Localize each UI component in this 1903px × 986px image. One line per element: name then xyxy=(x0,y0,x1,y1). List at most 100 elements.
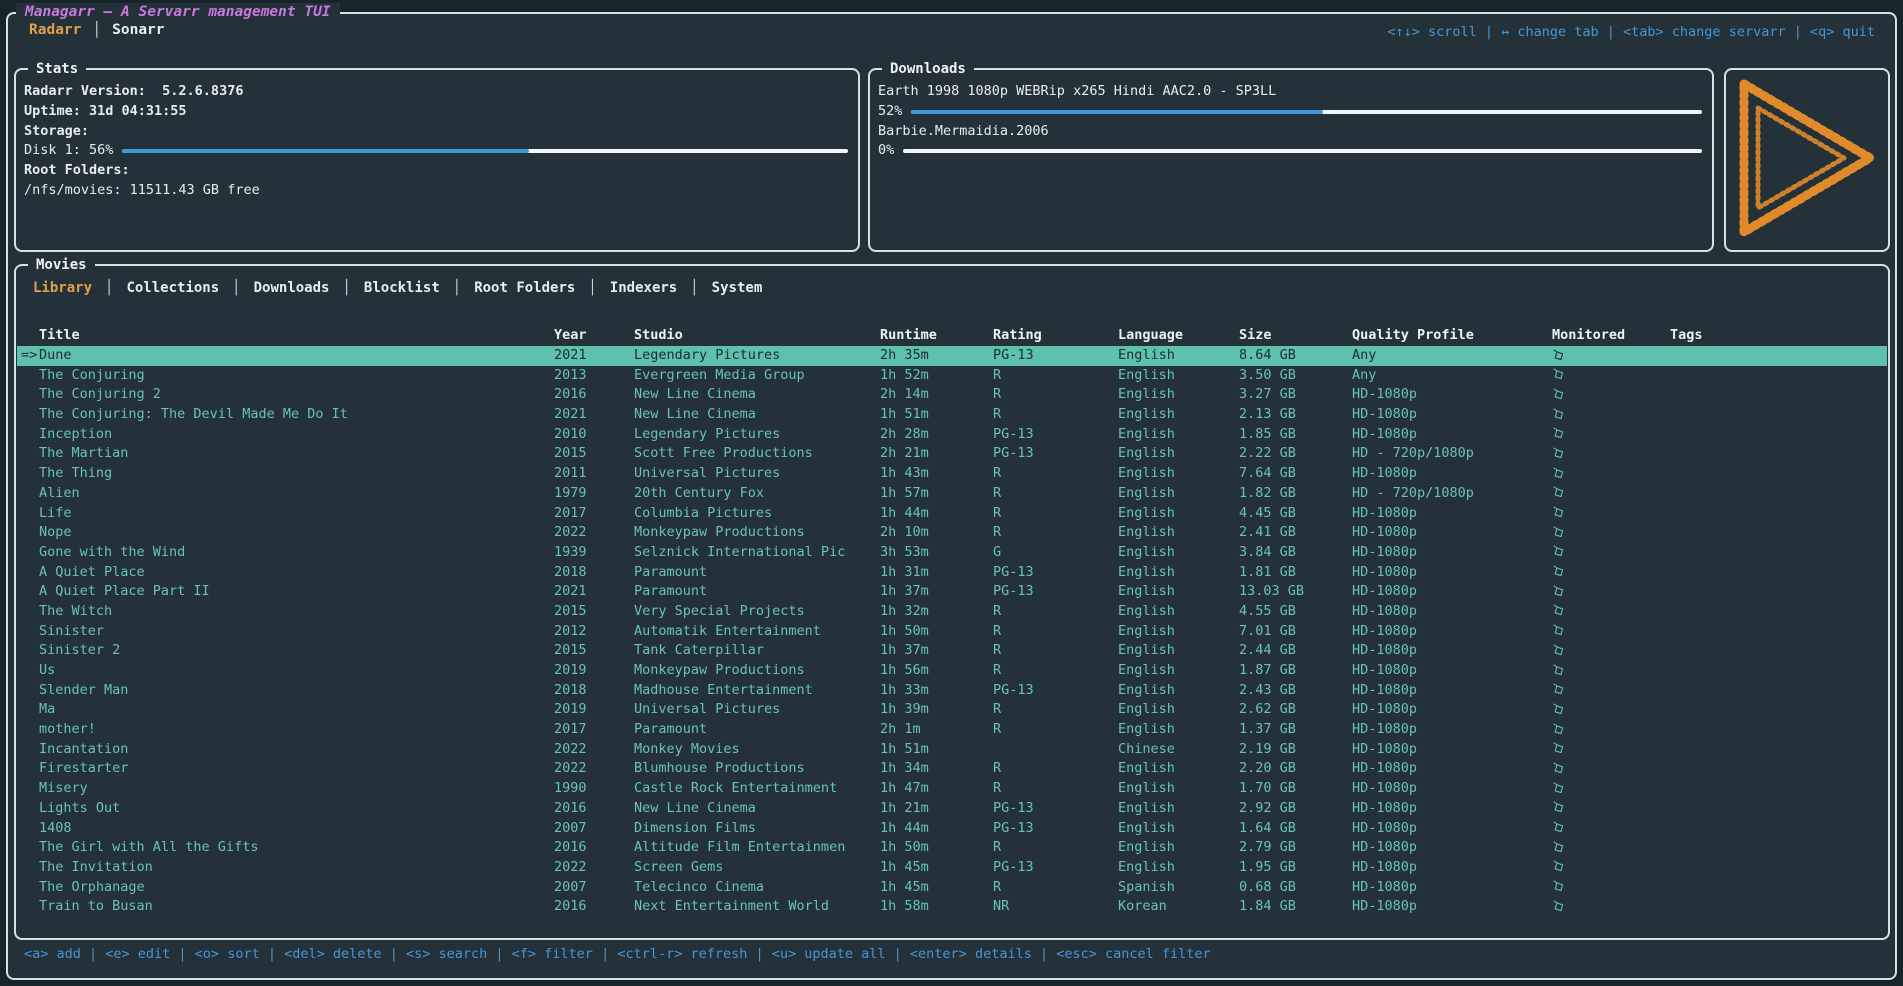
table-row[interactable]: Misery1990Castle Rock Entertainment1h 47… xyxy=(17,779,1887,799)
download-progress-row: 0% xyxy=(878,141,1702,161)
table-row[interactable]: Nope2022Monkeypaw Productions2h 10mREngl… xyxy=(17,523,1887,543)
tag-icon xyxy=(1552,466,1565,481)
cell-monitored xyxy=(1552,385,1670,405)
cell-title: Us xyxy=(39,661,554,681)
cell-studio: Paramount xyxy=(634,720,880,740)
table-row[interactable]: Life2017Columbia Pictures1h 44mREnglish4… xyxy=(17,504,1887,524)
cell-monitored xyxy=(1552,543,1670,563)
cell-size: 1.37 GB xyxy=(1239,720,1352,740)
table-row[interactable]: 14082007Dimension Films1h 44mPG-13Englis… xyxy=(17,819,1887,839)
table-row[interactable]: The Martian2015Scott Free Productions2h … xyxy=(17,444,1887,464)
root-folder-value: /nfs/movies: 11511.43 GB free xyxy=(24,181,848,201)
cell-rating: R xyxy=(993,661,1118,681)
cell-language: Chinese xyxy=(1118,740,1239,760)
cell-language: English xyxy=(1118,799,1239,819)
cell-runtime: 2h 35m xyxy=(880,346,993,366)
table-row[interactable]: The Girl with All the Gifts2016Altitude … xyxy=(17,838,1887,858)
table-row[interactable]: Lights Out2016New Line Cinema1h 21mPG-13… xyxy=(17,799,1887,819)
table-row[interactable]: Inception2010Legendary Pictures2h 28mPG-… xyxy=(17,425,1887,445)
movies-tab-root-folders[interactable]: Root Folders xyxy=(461,280,588,296)
cell-rating: R xyxy=(993,366,1118,386)
table-row[interactable]: Gone with the Wind1939Selznick Internati… xyxy=(17,543,1887,563)
table-row[interactable]: The Thing2011Universal Pictures1h 43mREn… xyxy=(17,464,1887,484)
cell-year: 2018 xyxy=(554,681,634,701)
table-row[interactable]: Ma2019Universal Pictures1h 39mREnglish2.… xyxy=(17,700,1887,720)
table-row[interactable]: Firestarter2022Blumhouse Productions1h 3… xyxy=(17,759,1887,779)
cell-runtime: 1h 37m xyxy=(880,641,993,661)
cell-year: 2021 xyxy=(554,405,634,425)
table-row[interactable]: Sinister 22015Tank Caterpillar1h 37mREng… xyxy=(17,641,1887,661)
cell-studio: Evergreen Media Group xyxy=(634,366,880,386)
cell-year: 2007 xyxy=(554,878,634,898)
cell-quality: HD - 720p/1080p xyxy=(1352,444,1552,464)
movies-tab-collections[interactable]: Collections xyxy=(113,280,232,296)
uptime: Uptime: 31d 04:31:55 xyxy=(24,102,848,122)
download-progress-row: 52% xyxy=(878,102,1702,122)
movies-panel-title: Movies xyxy=(28,256,95,274)
cell-runtime: 1h 52m xyxy=(880,366,993,386)
table-row[interactable]: The Orphanage2007Telecinco Cinema1h 45mR… xyxy=(17,878,1887,898)
table-row[interactable]: Incantation2022Monkey Movies1h 51mChines… xyxy=(17,740,1887,760)
cell-title: 1408 xyxy=(39,819,554,839)
cell-size: 1.87 GB xyxy=(1239,661,1352,681)
table-row[interactable]: Slender Man2018Madhouse Entertainment1h … xyxy=(17,681,1887,701)
table-row[interactable]: A Quiet Place2018Paramount1h 31mPG-13Eng… xyxy=(17,563,1887,583)
cell-size: 1.84 GB xyxy=(1239,897,1352,917)
table-row[interactable]: mother!2017Paramount2h 1mREnglish1.37 GB… xyxy=(17,720,1887,740)
cell-monitored xyxy=(1552,602,1670,622)
cell-quality: HD-1080p xyxy=(1352,563,1552,583)
cell-monitored xyxy=(1552,563,1670,583)
table-row[interactable]: The Conjuring2013Evergreen Media Group1h… xyxy=(17,366,1887,386)
column-header-quality: Quality Profile xyxy=(1352,326,1552,346)
movies-tabs: Library│Collections│Downloads│Blocklist│… xyxy=(20,277,775,299)
cell-size: 2.20 GB xyxy=(1239,759,1352,779)
download-progress-gauge xyxy=(911,110,1702,114)
table-row[interactable]: The Conjuring: The Devil Made Me Do It20… xyxy=(17,405,1887,425)
table-row[interactable]: A Quiet Place Part II2021Paramount1h 37m… xyxy=(17,582,1887,602)
tag-icon xyxy=(1552,820,1565,835)
tag-icon xyxy=(1552,387,1565,402)
cell-quality: HD-1080p xyxy=(1352,425,1552,445)
table-row[interactable]: The Invitation2022Screen Gems1h 45mPG-13… xyxy=(17,858,1887,878)
cell-runtime: 1h 34m xyxy=(880,759,993,779)
cell-language: English xyxy=(1118,779,1239,799)
servarr-tab-radarr[interactable]: Radarr xyxy=(18,22,92,38)
cell-quality: Any xyxy=(1352,366,1552,386)
cell-year: 2016 xyxy=(554,799,634,819)
table-row[interactable]: Alien197920th Century Fox1h 57mREnglish1… xyxy=(17,484,1887,504)
cell-size: 2.92 GB xyxy=(1239,799,1352,819)
managarr-play-logo-icon xyxy=(1732,76,1882,244)
cell-runtime: 1h 57m xyxy=(880,484,993,504)
movies-tab-downloads[interactable]: Downloads xyxy=(241,280,343,296)
cell-quality: HD-1080p xyxy=(1352,661,1552,681)
cell-quality: HD-1080p xyxy=(1352,602,1552,622)
cell-size: 1.85 GB xyxy=(1239,425,1352,445)
column-header-language: Language xyxy=(1118,326,1239,346)
cell-monitored xyxy=(1552,641,1670,661)
tab-separator: │ xyxy=(588,280,596,296)
table-row[interactable]: The Witch2015Very Special Projects1h 32m… xyxy=(17,602,1887,622)
table-row[interactable]: Sinister2012Automatik Entertainment1h 50… xyxy=(17,622,1887,642)
cell-size: 1.82 GB xyxy=(1239,484,1352,504)
movies-tab-system[interactable]: System xyxy=(699,280,776,296)
cell-studio: Selznick International Pic xyxy=(634,543,880,563)
cell-quality: HD-1080p xyxy=(1352,819,1552,839)
movies-tab-library[interactable]: Library xyxy=(20,280,105,296)
cell-monitored xyxy=(1552,897,1670,917)
cell-title: The Conjuring 2 xyxy=(39,385,554,405)
cell-quality: HD-1080p xyxy=(1352,681,1552,701)
table-row[interactable]: =>Dune2021Legendary Pictures2h 35mPG-13E… xyxy=(17,346,1887,366)
table-row[interactable]: The Conjuring 22016New Line Cinema2h 14m… xyxy=(17,385,1887,405)
movies-tab-indexers[interactable]: Indexers xyxy=(597,280,690,296)
cell-studio: Dimension Films xyxy=(634,819,880,839)
cell-size: 2.62 GB xyxy=(1239,700,1352,720)
cell-rating: R xyxy=(993,484,1118,504)
servarr-tab-sonarr[interactable]: Sonarr xyxy=(101,22,175,38)
movies-tab-blocklist[interactable]: Blocklist xyxy=(351,280,453,296)
cell-title: mother! xyxy=(39,720,554,740)
cell-rating: PG-13 xyxy=(993,563,1118,583)
table-row[interactable]: Train to Busan2016Next Entertainment Wor… xyxy=(17,897,1887,917)
table-row[interactable]: Us2019Monkeypaw Productions1h 56mREnglis… xyxy=(17,661,1887,681)
cell-monitored xyxy=(1552,720,1670,740)
cell-monitored xyxy=(1552,661,1670,681)
